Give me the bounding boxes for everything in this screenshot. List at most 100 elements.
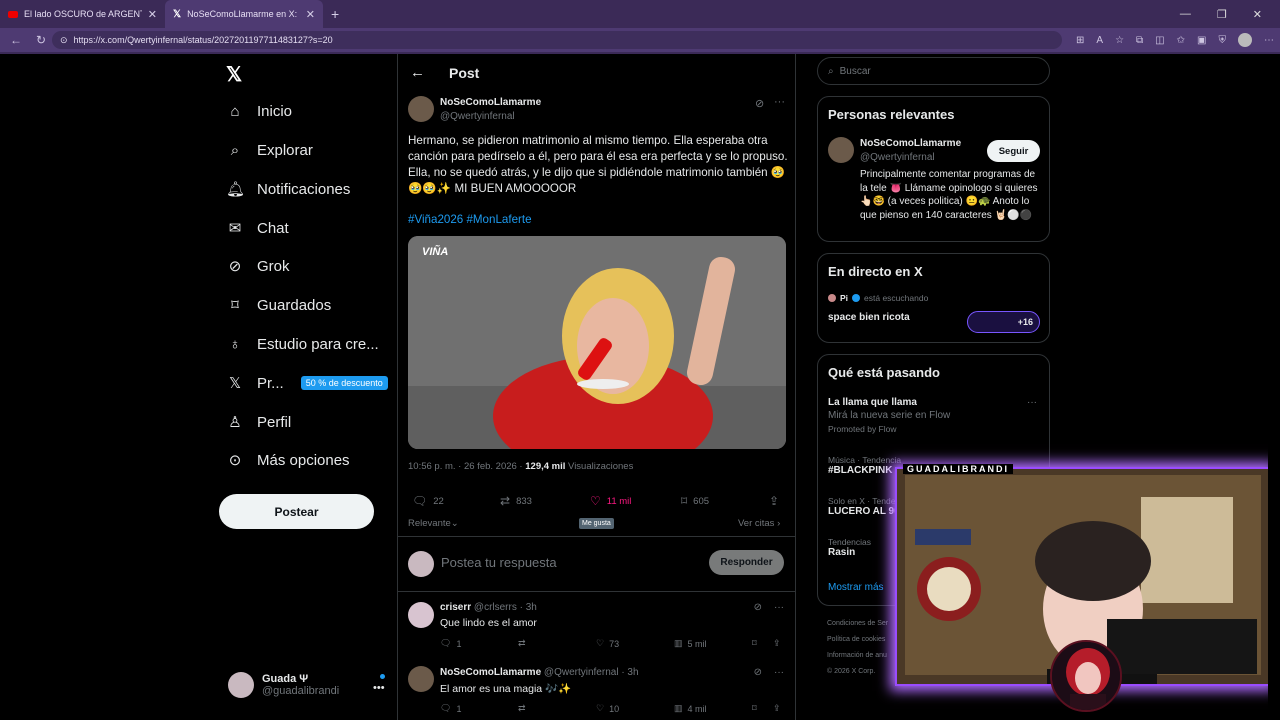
reply-like-button[interactable]: ♡ 73	[596, 638, 619, 649]
footer-link[interactable]: Información de anu	[827, 648, 897, 664]
more-icon[interactable]: ···	[774, 96, 785, 108]
page-scrollbar[interactable]	[1268, 54, 1280, 720]
reply-input[interactable]: Postea tu respuesta	[441, 555, 557, 570]
account-more-icon[interactable]: •••	[373, 682, 385, 694]
video-frame	[408, 236, 786, 449]
minimize-icon[interactable]: —	[1180, 8, 1191, 20]
more-icon[interactable]: ···	[774, 667, 784, 678]
close-tab-icon[interactable]: ✕	[306, 8, 315, 21]
reply-views[interactable]: ▥ 4 mil	[674, 703, 707, 714]
share-button[interactable]: ⇪	[769, 494, 779, 508]
repost-button[interactable]: ⇄ 833	[500, 494, 532, 508]
browser-tab-youtube[interactable]: El lado OSCURO de ARGENTINA # ✕	[0, 0, 165, 28]
restore-icon[interactable]: ❐	[1217, 8, 1227, 21]
bell-icon: 🔔︎	[226, 181, 246, 198]
close-window-icon[interactable]: ✕	[1253, 8, 1262, 21]
nav-item-explorar[interactable]: ⌕ Explorar	[226, 138, 313, 162]
reply-bookmark-button[interactable]: ⌑	[752, 638, 757, 649]
trend-item[interactable]: Tendencias Rasin	[828, 537, 871, 558]
reload-icon[interactable]: ↻	[36, 33, 52, 47]
follow-button[interactable]: Seguir	[987, 140, 1040, 162]
back-arrow-icon[interactable]: ←	[410, 64, 425, 81]
streamer-avatar	[1050, 640, 1122, 712]
trend-item[interactable]: Música · Tendencia #BLACKPINK	[828, 455, 901, 476]
post-button[interactable]: Postear	[219, 494, 374, 529]
reply-repost-button[interactable]: ⇄	[518, 638, 526, 649]
favorites-icon[interactable]: ✩	[1177, 35, 1185, 46]
trend-item[interactable]: Solo en X · Tende LUCERO AL 90	[828, 496, 900, 517]
grok-icon[interactable]: ⊘	[754, 602, 762, 613]
reply-author[interactable]: criserr	[440, 602, 471, 613]
reply-button[interactable]: 🗨︎ 22	[412, 494, 444, 508]
reply-reply-button[interactable]: 🗨︎ 1	[440, 703, 461, 714]
nav-item-guardados[interactable]: ⌑ Guardados	[226, 293, 331, 317]
reply-repost-button[interactable]: ⇄	[518, 703, 526, 714]
avatar[interactable]	[828, 137, 854, 163]
close-tab-icon[interactable]: ✕	[148, 8, 157, 21]
extensions-icon[interactable]: ⧉	[1136, 35, 1143, 46]
browser-tab-x[interactable]: 𝕏 NoSeComoLlamarme en X: "H ✕	[165, 0, 323, 28]
grok-icon[interactable]: ⊘	[754, 667, 762, 678]
browser-menu-icon[interactable]: ⋯	[1264, 35, 1274, 46]
grok-icon[interactable]: ⊘	[755, 97, 764, 110]
person-icon: ♙	[228, 414, 242, 431]
url-field[interactable]: ⊙ https://x.com/Qwertyinfernal/status/20…	[52, 31, 1062, 49]
reply-author[interactable]: NoSeComoLlamarme	[440, 667, 541, 678]
author-handle[interactable]: @Qwertyinfernal	[440, 111, 515, 122]
reply-views[interactable]: ▥ 5 mil	[674, 638, 707, 649]
like-button[interactable]: ♡ 11 mil	[590, 494, 631, 508]
reply-submit-button[interactable]: Responder	[709, 550, 784, 575]
avatar[interactable]	[408, 602, 434, 628]
read-aloud-icon[interactable]: A	[1096, 35, 1103, 46]
reply-reply-button[interactable]: 🗨︎ 1	[440, 638, 461, 649]
nav-item-estudio[interactable]: ♁ Estudio para cre...	[226, 332, 378, 356]
trend-item[interactable]: La llama que llama Mirá la nueva serie e…	[828, 397, 950, 434]
new-tab-icon[interactable]: +	[331, 6, 339, 22]
collections-icon[interactable]: ▣	[1197, 35, 1206, 46]
reply-share-button[interactable]: ⇪	[773, 638, 781, 649]
browser-profile-avatar[interactable]	[1237, 33, 1252, 47]
site-info-icon[interactable]: ⊙	[60, 35, 68, 46]
space-title[interactable]: space bien ricota	[828, 312, 910, 323]
nav-item-perfil[interactable]: ♙ Perfil	[226, 410, 291, 434]
footer-link[interactable]: Política de cookies	[827, 632, 897, 648]
nav-item-premium[interactable]: 𝕏 Pr... 50 % de descuento	[226, 371, 388, 395]
person-name[interactable]: NoSeComoLlamarme	[860, 138, 961, 149]
reply-item[interactable]: NoSeComoLlamarme @Qwertyinfernal · 3h ⊘ ·…	[398, 658, 795, 720]
nav-item-grok[interactable]: ⊘ Grok	[226, 254, 290, 278]
footer-link[interactable]: Condiciones de Ser	[827, 616, 897, 632]
nav-item-chat[interactable]: ✉ Chat	[226, 216, 289, 240]
hashtags[interactable]: #Viña2026 #MonLaferte	[408, 213, 532, 226]
repost-icon: ⇄	[518, 703, 526, 713]
show-more-link[interactable]: Mostrar más	[828, 582, 884, 593]
x-logo-icon[interactable]: 𝕏	[226, 62, 242, 87]
listeners-chip[interactable]: +16	[967, 311, 1040, 333]
search-input[interactable]: ⌕ Buscar	[817, 57, 1050, 85]
trend-more-icon[interactable]: ···	[1027, 397, 1037, 408]
avatar[interactable]	[408, 666, 434, 692]
account-switcher[interactable]: Guada Ψ @guadalibrandi	[228, 672, 339, 698]
favorite-star-icon[interactable]: ☆	[1115, 35, 1124, 46]
reply-handle[interactable]: @Qwertyinfernal · 3h	[544, 667, 639, 678]
reply-bookmark-button[interactable]: ⌑	[752, 703, 757, 714]
reply-handle[interactable]: @crlserrs · 3h	[474, 602, 537, 613]
nav-item-inicio[interactable]: ⌂ Inicio	[226, 99, 292, 123]
more-icon[interactable]: ···	[774, 602, 784, 613]
browser-shield-icon[interactable]: ⛨	[1218, 35, 1226, 46]
tweet-time[interactable]: 10:56 p. m. · 26 feb. 2026 ·	[408, 461, 525, 472]
sort-dropdown[interactable]: Relevante⌄	[408, 518, 459, 529]
reply-item[interactable]: criserr @crlserrs · 3h ⊘ ··· Que lindo es…	[398, 594, 795, 654]
nav-item-mas-opciones[interactable]: ⊙ Más opciones	[226, 448, 350, 472]
back-icon[interactable]: ←	[10, 33, 26, 47]
bookmark-button[interactable]: ⌑ 605	[681, 494, 709, 508]
quotes-link[interactable]: Ver citas ›	[738, 518, 780, 529]
reply-like-button[interactable]: ♡ 10	[596, 703, 619, 714]
person-handle[interactable]: @Qwertyinfernal	[860, 152, 935, 163]
nav-item-notificaciones[interactable]: 🔔︎ Notificaciones	[226, 177, 350, 201]
reply-share-button[interactable]: ⇪	[773, 703, 781, 714]
split-screen-icon[interactable]: ◫	[1155, 35, 1164, 46]
avatar[interactable]	[408, 96, 434, 122]
tweet-video[interactable]: VIÑA	[408, 236, 786, 449]
app-icon[interactable]: ⊞	[1076, 35, 1084, 46]
author-name[interactable]: NoSeComoLlamarme	[440, 97, 541, 108]
